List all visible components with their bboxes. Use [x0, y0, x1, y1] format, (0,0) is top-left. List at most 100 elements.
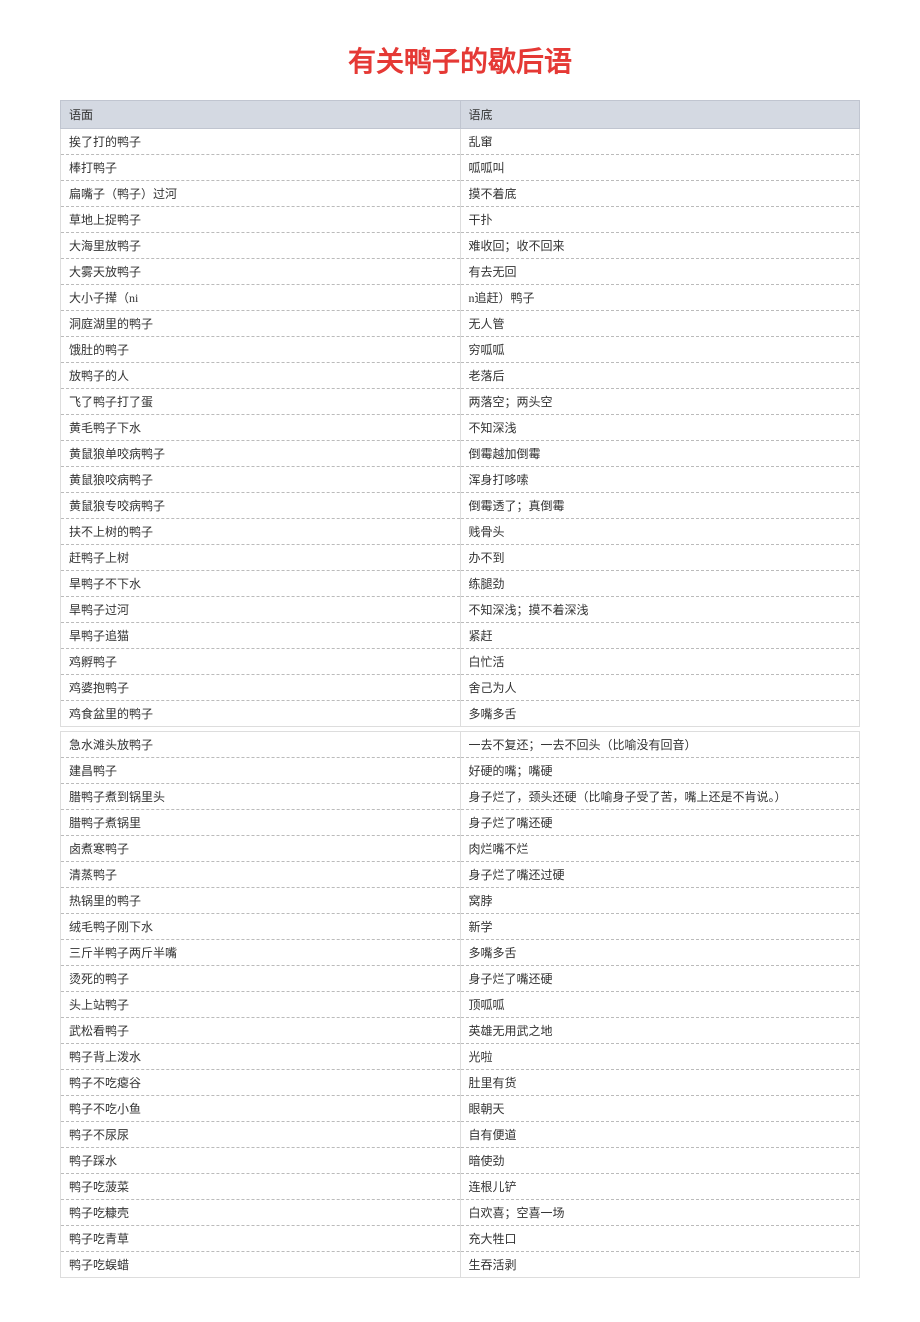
table-row: 鸡婆抱鸭子舍己为人 [61, 675, 860, 701]
table-header-row: 语面 语底 [61, 101, 860, 129]
idiom-meaning: 暗使劲 [460, 1148, 860, 1174]
idiom-meaning: 身子烂了，颈头还硬（比喻身子受了苦，嘴上还是不肯说。） [460, 784, 860, 810]
idiom-meaning: 一去不复还；一去不回头（比喻没有回音） [460, 732, 860, 758]
idiom-phrase: 旱鸭子不下水 [61, 571, 461, 597]
idiom-meaning: 肉烂嘴不烂 [460, 836, 860, 862]
idiom-meaning: 新学 [460, 914, 860, 940]
idiom-meaning: 多嘴多舌 [460, 940, 860, 966]
table-row: 扁嘴子（鸭子）过河摸不着底 [61, 181, 860, 207]
idiom-meaning: 练腿劲 [460, 571, 860, 597]
idiom-phrase: 绒毛鸭子刚下水 [61, 914, 461, 940]
header-col-1: 语面 [61, 101, 461, 129]
idiom-phrase: 卤煮寒鸭子 [61, 836, 461, 862]
table-row: 烫死的鸭子身子烂了嘴还硬 [61, 966, 860, 992]
table-row: 挨了打的鸭子乱窜 [61, 129, 860, 155]
idiom-phrase: 大雾天放鸭子 [61, 259, 461, 285]
table-row: 鸭子吃糠壳白欢喜；空喜一场 [61, 1200, 860, 1226]
idiom-phrase: 挨了打的鸭子 [61, 129, 461, 155]
idiom-meaning: 光啦 [460, 1044, 860, 1070]
table-row: 绒毛鸭子刚下水新学 [61, 914, 860, 940]
table-row: 武松看鸭子英雄无用武之地 [61, 1018, 860, 1044]
idiom-meaning: 难收回；收不回来 [460, 233, 860, 259]
idiom-meaning: 呱呱叫 [460, 155, 860, 181]
table-row: 大海里放鸭子难收回；收不回来 [61, 233, 860, 259]
idiom-phrase: 棒打鸭子 [61, 155, 461, 181]
table-row: 棒打鸭子呱呱叫 [61, 155, 860, 181]
table-row: 建昌鸭子好硬的嘴；嘴硬 [61, 758, 860, 784]
idiom-phrase: 鸭子背上泼水 [61, 1044, 461, 1070]
table-row: 鸡孵鸭子白忙活 [61, 649, 860, 675]
idiom-meaning: 生吞活剥 [460, 1252, 860, 1278]
table-row: 鸭子不吃瘪谷肚里有货 [61, 1070, 860, 1096]
idiom-phrase: 鸭子吃菠菜 [61, 1174, 461, 1200]
idiom-meaning: 有去无回 [460, 259, 860, 285]
idiom-phrase: 烫死的鸭子 [61, 966, 461, 992]
idiom-meaning: 老落后 [460, 363, 860, 389]
table-row: 黄毛鸭子下水不知深浅 [61, 415, 860, 441]
idiom-phrase: 头上站鸭子 [61, 992, 461, 1018]
table-row: 鸭子吃青草充大牲口 [61, 1226, 860, 1252]
idiom-meaning: 充大牲口 [460, 1226, 860, 1252]
table-row: 黄鼠狼单咬病鸭子倒霉越加倒霉 [61, 441, 860, 467]
table-row: 头上站鸭子顶呱呱 [61, 992, 860, 1018]
idiom-phrase: 黄毛鸭子下水 [61, 415, 461, 441]
idiom-meaning: 眼朝天 [460, 1096, 860, 1122]
table-row: 鸭子踩水暗使劲 [61, 1148, 860, 1174]
idioms-table-1: 语面 语底 挨了打的鸭子乱窜棒打鸭子呱呱叫扁嘴子（鸭子）过河摸不着底草地上捉鸭子… [60, 100, 860, 727]
idiom-phrase: 扶不上树的鸭子 [61, 519, 461, 545]
idiom-phrase: 旱鸭子追猫 [61, 623, 461, 649]
table-row: 鸭子不尿尿自有便道 [61, 1122, 860, 1148]
idiom-phrase: 鸭子吃糠壳 [61, 1200, 461, 1226]
idiom-meaning: 办不到 [460, 545, 860, 571]
idiom-phrase: 飞了鸭子打了蛋 [61, 389, 461, 415]
table-row: 鸡食盆里的鸭子多嘴多舌 [61, 701, 860, 727]
table-row: 清蒸鸭子身子烂了嘴还过硬 [61, 862, 860, 888]
table-row: 大雾天放鸭子有去无回 [61, 259, 860, 285]
table-row: 鸭子不吃小鱼眼朝天 [61, 1096, 860, 1122]
idiom-meaning: 身子烂了嘴还硬 [460, 810, 860, 836]
table-row: 扶不上树的鸭子贱骨头 [61, 519, 860, 545]
idiom-phrase: 鸡婆抱鸭子 [61, 675, 461, 701]
header-col-2: 语底 [460, 101, 860, 129]
idiom-phrase: 热锅里的鸭子 [61, 888, 461, 914]
idiom-phrase: 饿肚的鸭子 [61, 337, 461, 363]
idiom-phrase: 腊鸭子煮锅里 [61, 810, 461, 836]
idiom-phrase: 鸭子不尿尿 [61, 1122, 461, 1148]
idiom-meaning: 肚里有货 [460, 1070, 860, 1096]
idiom-meaning: 自有便道 [460, 1122, 860, 1148]
idiom-meaning: 穷呱呱 [460, 337, 860, 363]
idiom-phrase: 武松看鸭子 [61, 1018, 461, 1044]
idioms-table-2: 急水滩头放鸭子一去不复还；一去不回头（比喻没有回音）建昌鸭子好硬的嘴；嘴硬腊鸭子… [60, 731, 860, 1278]
idiom-phrase: 鸡食盆里的鸭子 [61, 701, 461, 727]
idiom-meaning: 顶呱呱 [460, 992, 860, 1018]
table-row: 鸭子吃菠菜连根儿铲 [61, 1174, 860, 1200]
table-row: 热锅里的鸭子窝脖 [61, 888, 860, 914]
table-row: 鸭子吃蜈蜡生吞活剥 [61, 1252, 860, 1278]
idiom-meaning: 多嘴多舌 [460, 701, 860, 727]
table-row: 腊鸭子煮到锅里头身子烂了，颈头还硬（比喻身子受了苦，嘴上还是不肯说。） [61, 784, 860, 810]
table-row: 黄鼠狼专咬病鸭子倒霉透了；真倒霉 [61, 493, 860, 519]
idiom-phrase: 放鸭子的人 [61, 363, 461, 389]
idiom-phrase: 鸭子踩水 [61, 1148, 461, 1174]
idiom-phrase: 鸭子吃青草 [61, 1226, 461, 1252]
idiom-phrase: 草地上捉鸭子 [61, 207, 461, 233]
idiom-meaning: 贱骨头 [460, 519, 860, 545]
idiom-meaning: 干扑 [460, 207, 860, 233]
idiom-phrase: 黄鼠狼单咬病鸭子 [61, 441, 461, 467]
table-row: 放鸭子的人老落后 [61, 363, 860, 389]
idiom-meaning: 好硬的嘴；嘴硬 [460, 758, 860, 784]
table-row: 草地上捉鸭子干扑 [61, 207, 860, 233]
idiom-meaning: 浑身打哆嗦 [460, 467, 860, 493]
idiom-meaning: 英雄无用武之地 [460, 1018, 860, 1044]
idiom-meaning: 两落空；两头空 [460, 389, 860, 415]
idiom-phrase: 三斤半鸭子两斤半嘴 [61, 940, 461, 966]
idiom-meaning: 乱窜 [460, 129, 860, 155]
idiom-meaning: 无人管 [460, 311, 860, 337]
table-row: 飞了鸭子打了蛋两落空；两头空 [61, 389, 860, 415]
idiom-meaning: 白忙活 [460, 649, 860, 675]
idiom-meaning: 不知深浅 [460, 415, 860, 441]
table-row: 赶鸭子上树办不到 [61, 545, 860, 571]
idiom-phrase: 鸭子不吃瘪谷 [61, 1070, 461, 1096]
idiom-phrase: 急水滩头放鸭子 [61, 732, 461, 758]
table-row: 饿肚的鸭子穷呱呱 [61, 337, 860, 363]
